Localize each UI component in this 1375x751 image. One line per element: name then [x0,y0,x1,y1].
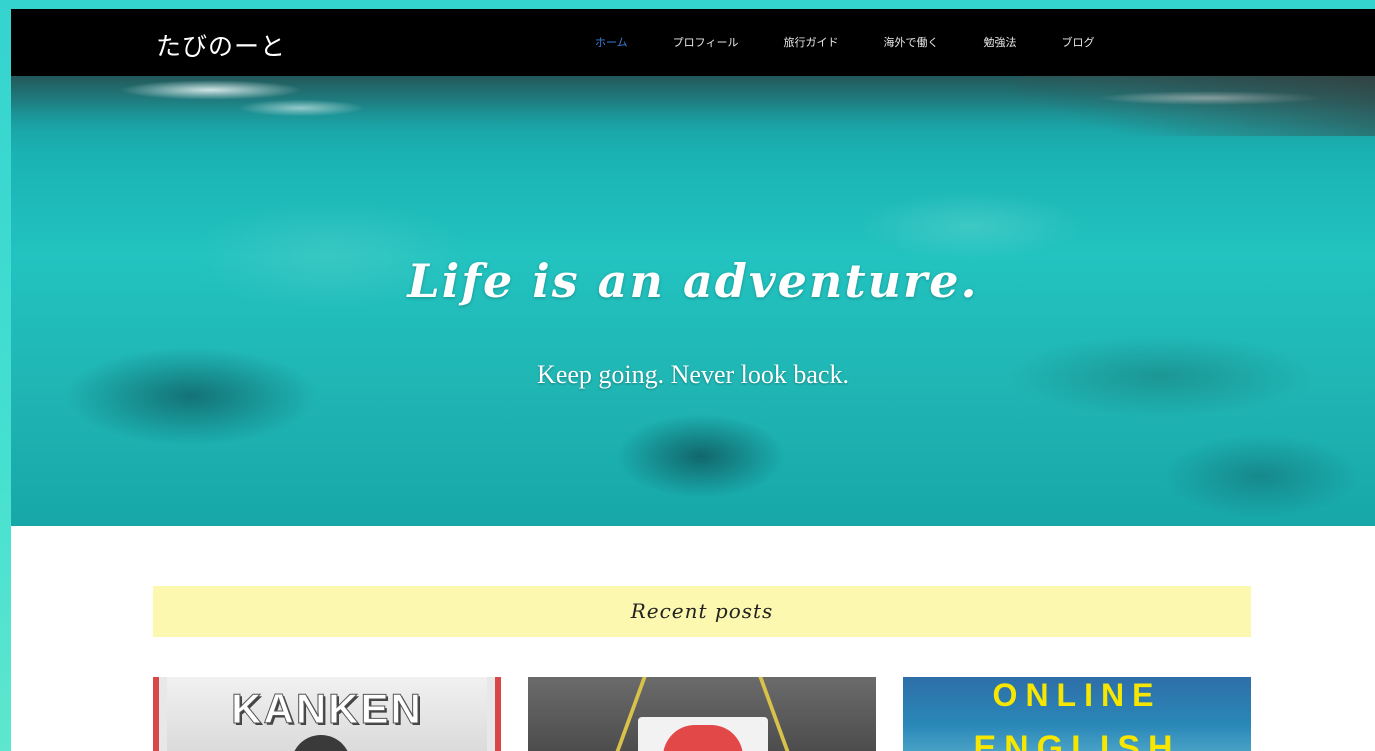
site-header: たびのーと ホーム プロフィール 旅行ガイド 海外で働く 勉強法 ブログ [11,9,1375,76]
hero-rocks [1015,76,1375,136]
recent-posts-heading-bar: Recent posts [153,586,1251,637]
nav-item-profile[interactable]: プロフィール [673,34,739,50]
site-logo[interactable]: たびのーと [156,27,286,63]
post-card-online-english[interactable]: ONLINE ENGLISH [903,677,1251,751]
recent-posts-title: Recent posts [630,599,774,623]
hero-banner: Life is an adventure. Keep going. Never … [11,76,1375,526]
nav-item-blog[interactable]: ブログ [1061,34,1094,50]
nav-item-work-abroad[interactable]: 海外で働く [883,34,938,50]
nav-item-study[interactable]: 勉強法 [983,34,1016,50]
main-nav: ホーム プロフィール 旅行ガイド 海外で働く 勉強法 ブログ [595,34,1139,50]
hero-subtitle: Keep going. Never look back. [537,360,849,389]
post-card-title-line2: ENGLISH [973,729,1181,751]
post-card-title-line1: ONLINE [992,677,1162,713]
post-card-title: KANKEN [231,685,423,733]
nav-item-home[interactable]: ホーム [595,34,628,50]
post-card-road[interactable] [528,677,876,751]
website-frame: たびのーと ホーム プロフィール 旅行ガイド 海外で働く 勉強法 ブログ Lif… [11,9,1375,751]
nav-item-travel-guide[interactable]: 旅行ガイド [783,34,838,50]
post-card-kanken[interactable]: KANKEN [153,677,501,751]
hero-title: Life is an adventure. [407,254,979,308]
